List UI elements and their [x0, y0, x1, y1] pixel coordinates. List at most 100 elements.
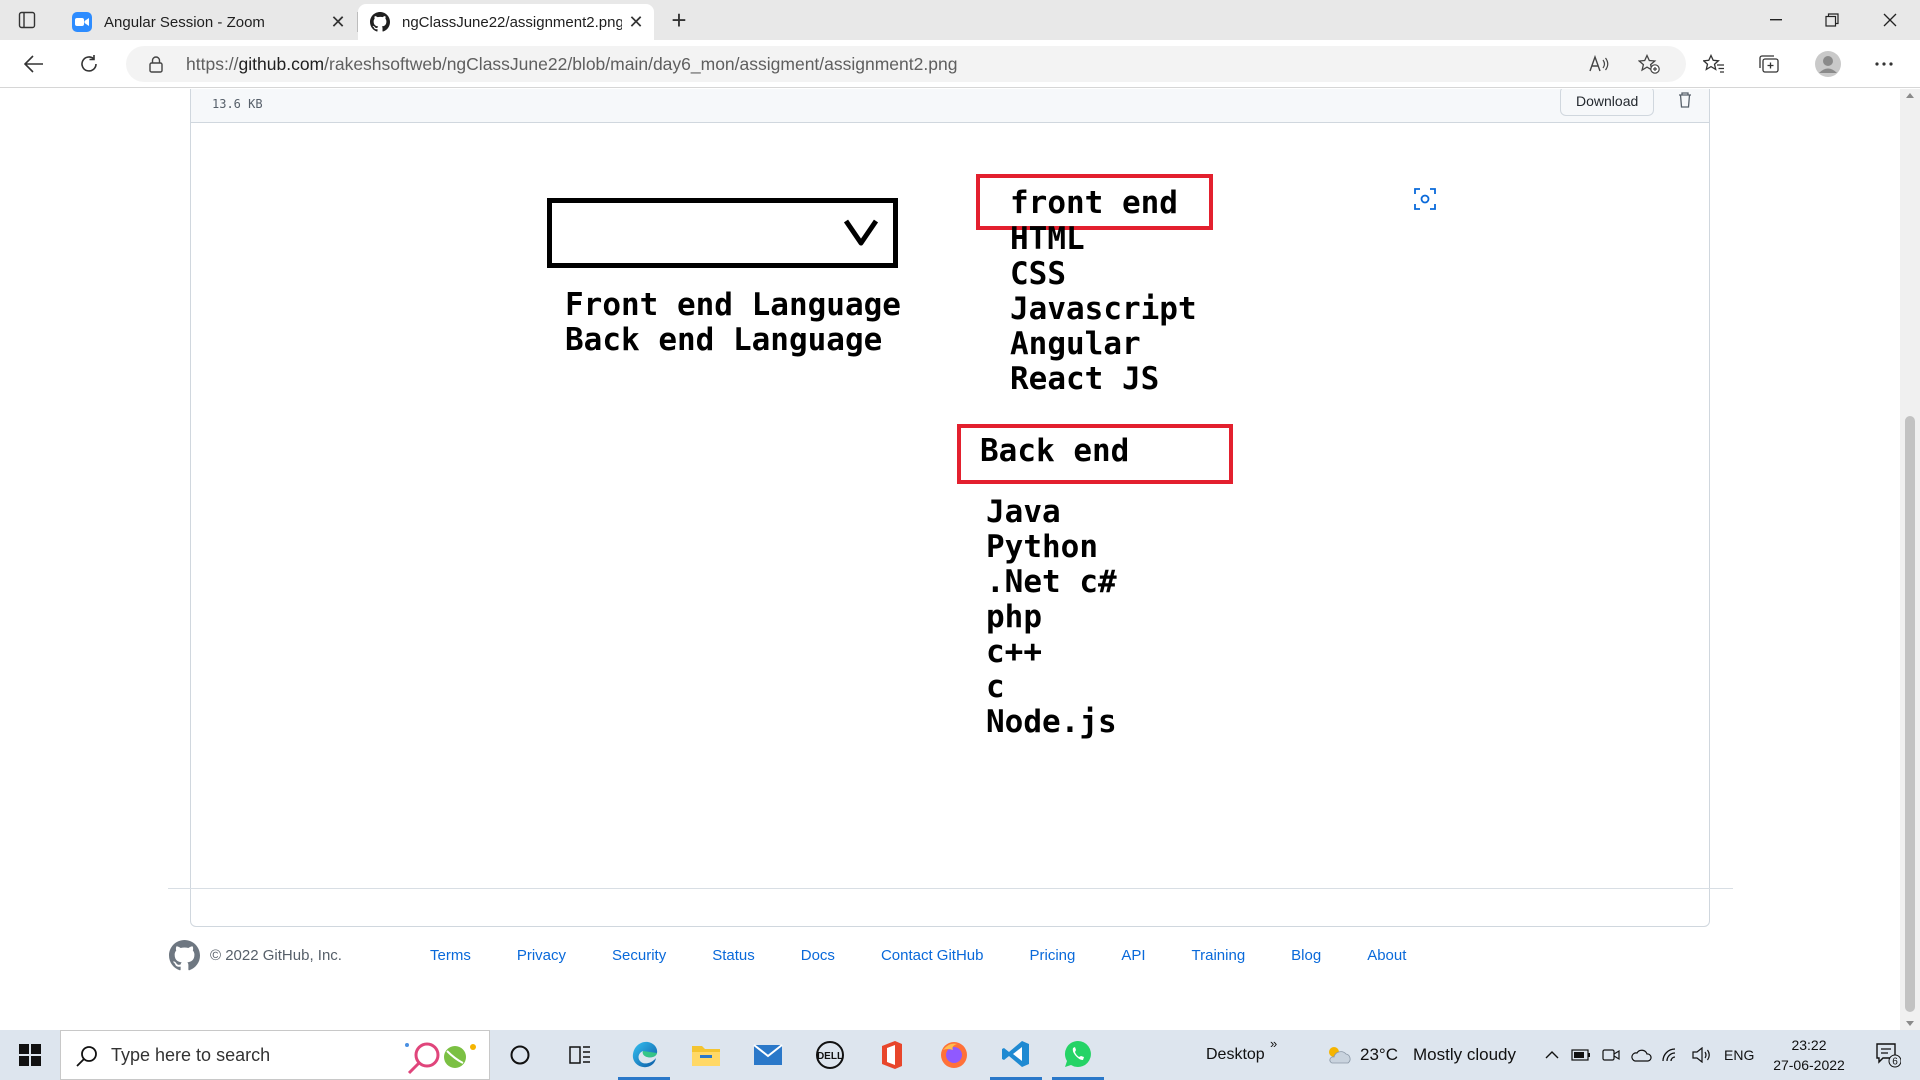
scroll-thumb[interactable]	[1905, 416, 1915, 1012]
search-placeholder: Type here to search	[111, 1045, 271, 1065]
dropdown-options: Front end Language Back end Language	[565, 288, 901, 358]
tab-zoom[interactable]: Angular Session - Zoom ✕	[60, 4, 356, 40]
lock-icon[interactable]	[146, 54, 166, 74]
show-hidden-icons-icon[interactable]	[1540, 1030, 1564, 1080]
start-button[interactable]	[0, 1030, 60, 1080]
system-clock[interactable]: 23:22 27-06-2022	[1764, 1035, 1854, 1075]
list-item: Java	[986, 494, 1061, 530]
list-item: c++	[986, 634, 1042, 670]
file-explorer-icon[interactable]	[680, 1030, 732, 1080]
dell-icon[interactable]: DELL	[804, 1030, 856, 1080]
copyright-text: © 2022 GitHub, Inc.	[210, 947, 342, 964]
footer-links: Terms Privacy Security Status Docs Conta…	[430, 947, 1406, 964]
search-icon	[76, 1046, 97, 1067]
footer-link-about[interactable]: About	[1367, 947, 1406, 964]
footer-link-pricing[interactable]: Pricing	[1029, 947, 1075, 964]
windows-taskbar: Type here to search DELL Desktop » 23°C …	[0, 1030, 1920, 1080]
search-highlight-icon	[405, 1042, 476, 1075]
footer-link-blog[interactable]: Blog	[1291, 947, 1321, 964]
file-size: 13.6 KB	[212, 97, 263, 111]
tab-title: Angular Session - Zoom	[104, 13, 265, 31]
firefox-icon[interactable]	[928, 1030, 980, 1080]
collections-icon[interactable]	[1752, 48, 1786, 80]
list-item: Angular	[1010, 326, 1141, 362]
footer-divider	[168, 888, 1733, 889]
image-display	[191, 124, 1709, 926]
footer-link-training[interactable]: Training	[1192, 947, 1246, 964]
list-item: .Net c#	[986, 564, 1117, 600]
more-menu-icon[interactable]	[1867, 48, 1901, 80]
svg-text:DELL: DELL	[817, 1051, 843, 1062]
weather-temp[interactable]: 23°C	[1360, 1030, 1398, 1080]
notification-count: 6	[1892, 1057, 1898, 1068]
battery-icon[interactable]	[1568, 1030, 1594, 1080]
backend-list: Java Python .Net c# php c++ c Node.js	[986, 495, 1117, 740]
address-bar[interactable]: https://github.com/rakeshsoftweb/ngClass…	[126, 46, 1686, 82]
list-item: Node.js	[986, 704, 1117, 740]
volume-icon[interactable]	[1688, 1030, 1714, 1080]
footer-link-contact[interactable]: Contact GitHub	[881, 947, 984, 964]
tab-actions-icon[interactable]	[14, 8, 40, 32]
list-item: Python	[986, 529, 1098, 565]
close-window-icon[interactable]	[1862, 0, 1918, 40]
footer-link-docs[interactable]: Docs	[801, 947, 835, 964]
clock-time: 23:22	[1791, 1037, 1827, 1053]
favorite-add-icon[interactable]	[1636, 52, 1662, 76]
vscode-icon[interactable]	[990, 1030, 1042, 1080]
file-header: 13.6 KB Download	[191, 89, 1709, 123]
taskbar-search[interactable]: Type here to search	[60, 1030, 490, 1080]
back-icon[interactable]	[17, 48, 51, 80]
close-tab-icon[interactable]: ✕	[324, 8, 352, 36]
backend-title: Back end	[980, 433, 1130, 469]
download-button[interactable]: Download	[1560, 89, 1655, 116]
minimize-icon[interactable]	[1748, 0, 1804, 40]
office-icon[interactable]	[866, 1030, 918, 1080]
weather-icon[interactable]	[1322, 1030, 1356, 1080]
desktop-toolbar-label[interactable]: Desktop	[1206, 1030, 1265, 1080]
frontend-list: HTML CSS Javascript Angular React JS	[1010, 222, 1197, 397]
profile-avatar-icon[interactable]	[1811, 48, 1845, 80]
toolbar-expand-icon[interactable]: »	[1270, 1018, 1277, 1068]
restore-icon[interactable]	[1804, 0, 1860, 40]
onedrive-icon[interactable]	[1628, 1030, 1654, 1080]
delete-icon[interactable]	[1675, 90, 1695, 110]
option-backend: Back end Language	[565, 322, 883, 358]
tab-title: ngClassJune22/assignment2.png	[402, 13, 622, 31]
wifi-icon[interactable]	[1658, 1030, 1684, 1080]
weather-desc[interactable]: Mostly cloudy	[1413, 1030, 1516, 1080]
read-aloud-icon[interactable]	[1586, 52, 1612, 76]
visual-search-icon[interactable]	[1413, 187, 1437, 211]
browser-toolbar: https://github.com/rakeshsoftweb/ngClass…	[0, 40, 1920, 88]
input-language[interactable]: ENG	[1724, 1030, 1754, 1080]
footer-link-security[interactable]: Security	[612, 947, 666, 964]
footer-link-terms[interactable]: Terms	[430, 947, 471, 964]
close-tab-icon[interactable]: ✕	[622, 8, 650, 36]
list-item: React JS	[1010, 361, 1160, 397]
edge-app-icon[interactable]	[618, 1030, 670, 1080]
meet-now-icon[interactable]	[1598, 1030, 1624, 1080]
list-item: php	[986, 599, 1042, 635]
tab-github[interactable]: ngClassJune22/assignment2.png ✕	[358, 4, 654, 40]
url-text[interactable]: https://github.com/rakeshsoftweb/ngClass…	[186, 54, 957, 75]
notification-center-icon[interactable]: 6	[1866, 1030, 1910, 1080]
scroll-up-icon[interactable]	[1906, 93, 1914, 98]
vertical-scrollbar[interactable]	[1900, 89, 1920, 1030]
list-item: Javascript	[1010, 291, 1197, 327]
mail-icon[interactable]	[742, 1030, 794, 1080]
page-content: 13.6 KB Download Front end Language Back…	[0, 89, 1900, 1030]
refresh-icon[interactable]	[72, 48, 106, 80]
github-logo-icon[interactable]	[169, 940, 200, 971]
cortana-icon[interactable]	[495, 1030, 545, 1080]
whatsapp-icon[interactable]	[1052, 1030, 1104, 1080]
list-item: HTML	[1010, 221, 1085, 257]
footer-link-privacy[interactable]: Privacy	[517, 947, 566, 964]
task-view-icon[interactable]	[555, 1030, 605, 1080]
new-tab-button[interactable]: +	[664, 6, 694, 36]
dropdown-select-mockup	[547, 198, 898, 268]
favorites-icon[interactable]	[1697, 48, 1731, 80]
footer-link-api[interactable]: API	[1121, 947, 1145, 964]
tab-strip: Angular Session - Zoom ✕ ngClassJune22/a…	[0, 0, 1920, 40]
footer-link-status[interactable]: Status	[712, 947, 755, 964]
scroll-down-icon[interactable]	[1906, 1021, 1914, 1026]
frontend-title: front end	[1010, 185, 1178, 221]
